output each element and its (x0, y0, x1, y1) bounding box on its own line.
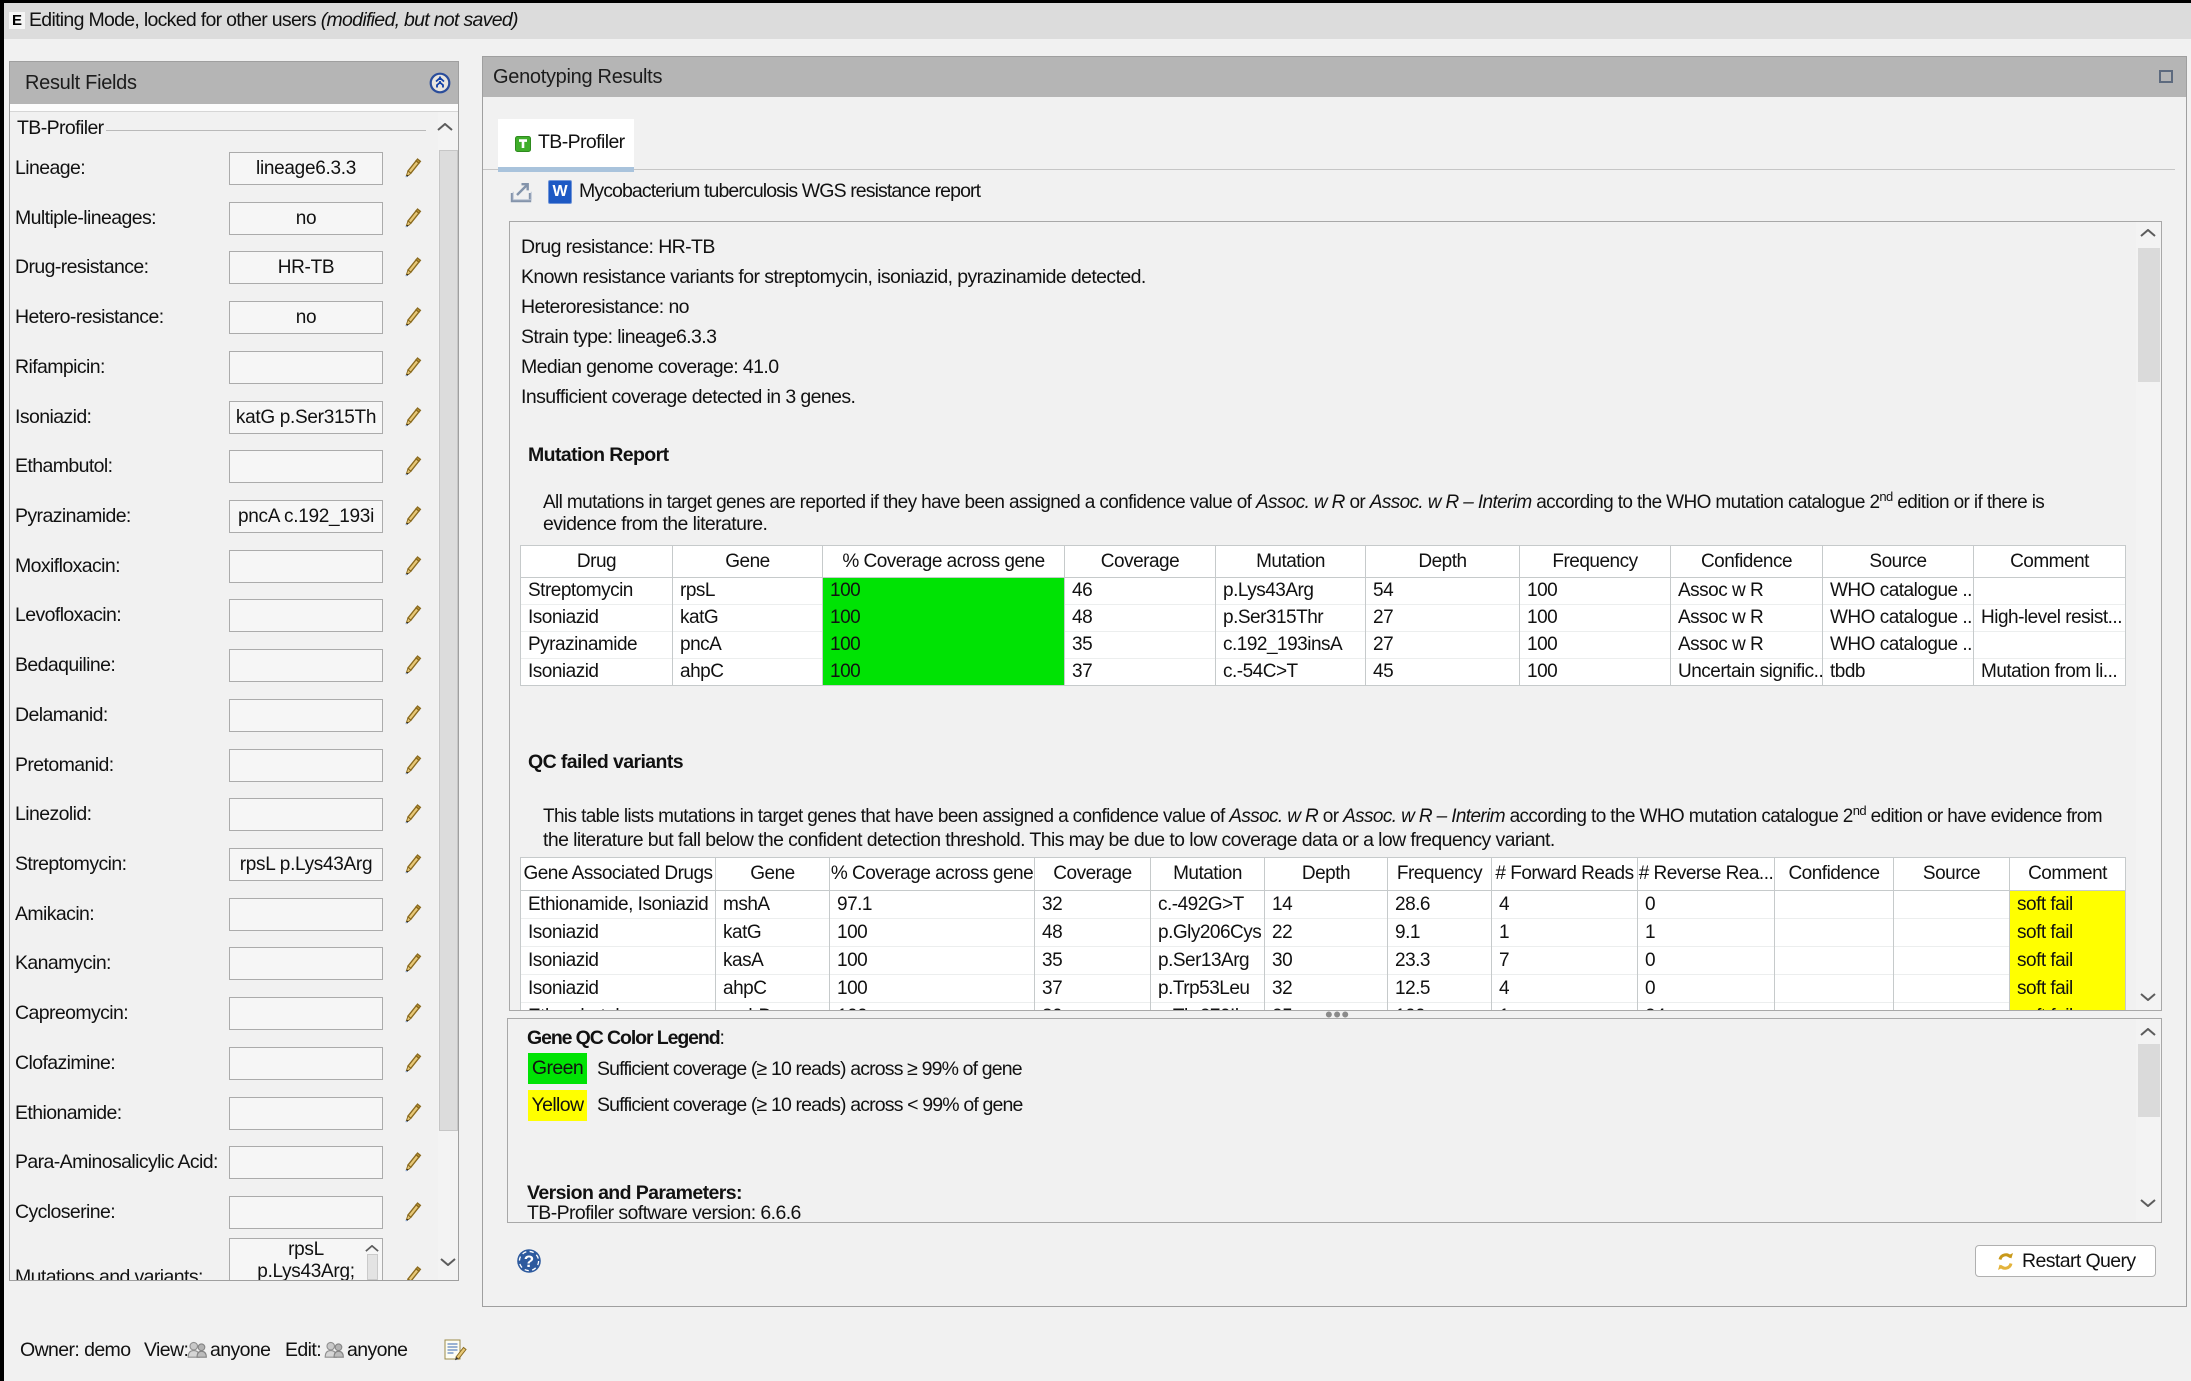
svg-text:?: ? (524, 1252, 534, 1271)
